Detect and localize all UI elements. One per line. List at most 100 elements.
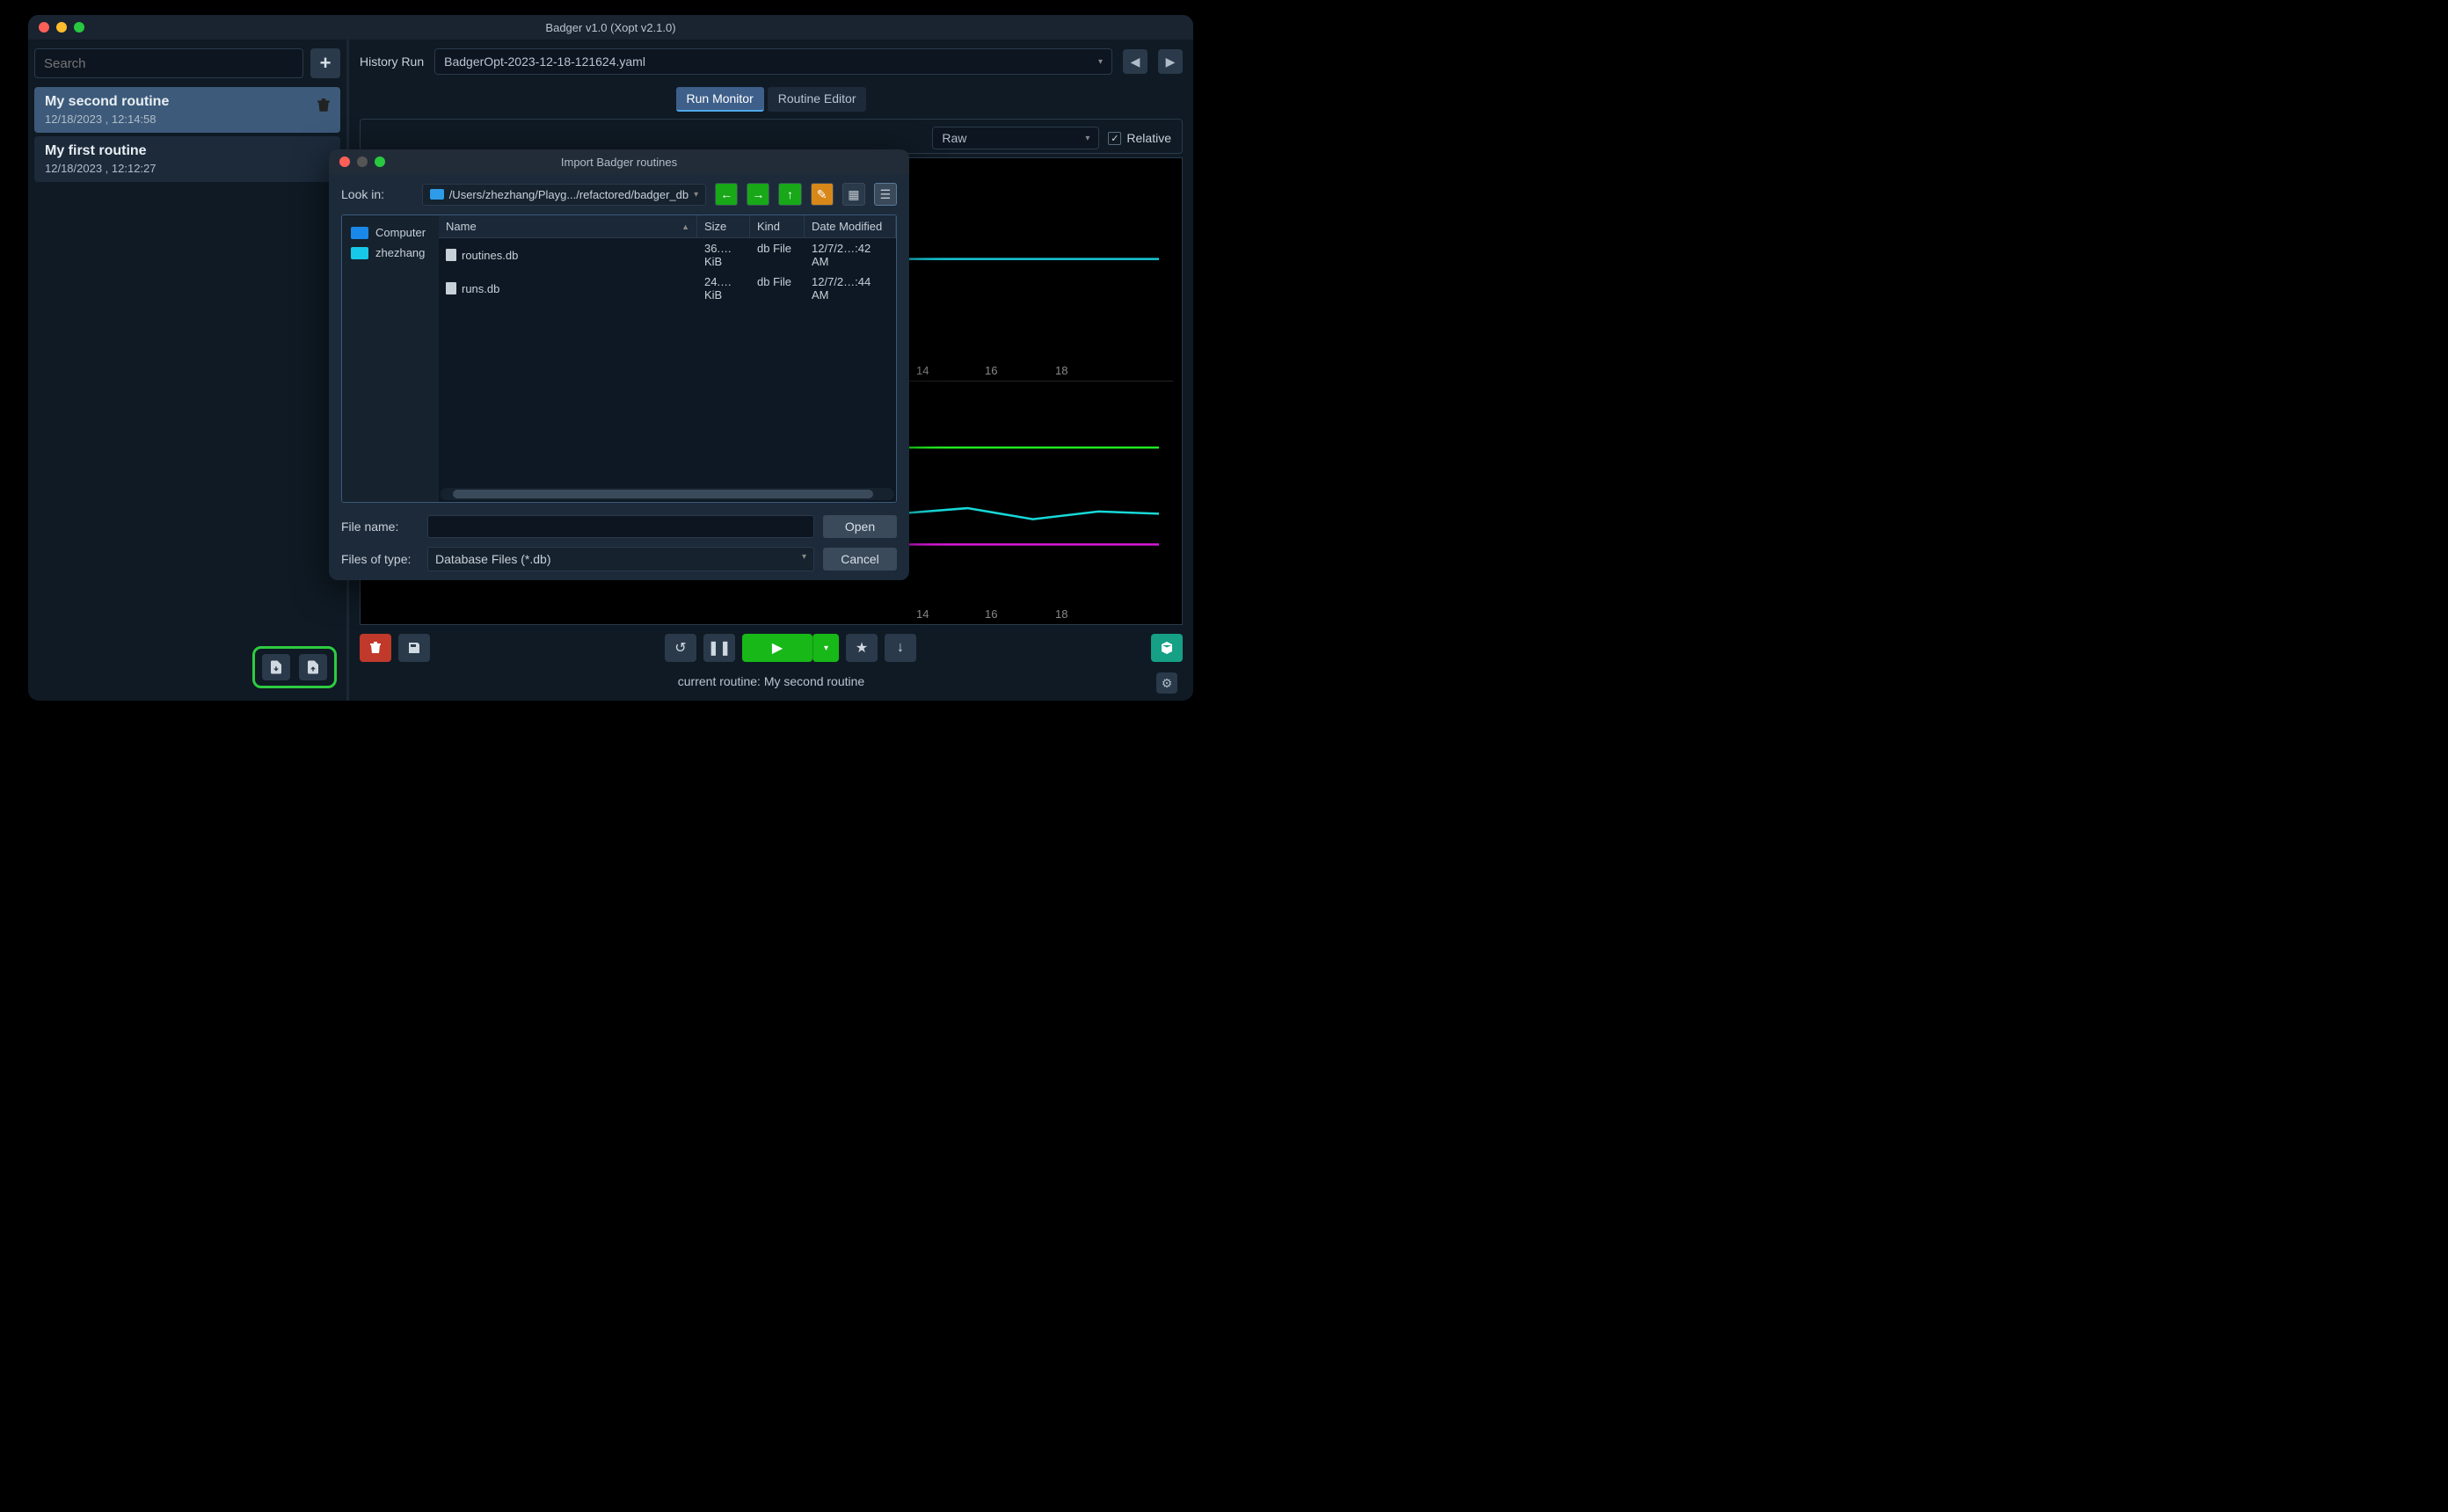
arrow-up-icon: ↑ [787,187,793,201]
filetype-select[interactable]: Database Files (*.db) ▾ [427,547,814,571]
file-icon [446,249,456,261]
chevron-down-icon: ▾ [1098,57,1103,67]
checkbox-icon: ✓ [1108,132,1121,145]
sort-asc-icon: ▲ [681,222,689,231]
export-routines-button[interactable] [262,654,290,680]
dialog-titlebar: Import Badger routines [329,149,909,174]
x-tick: 16 [985,607,997,621]
list-icon: ☰ [880,187,892,202]
file-row[interactable]: routines.db 36.…KiB db File 12/7/2…:42 A… [439,238,896,272]
settings-button[interactable]: ⚙ [1156,672,1177,694]
dialog-title: Import Badger routines [329,156,909,169]
box-button[interactable] [1151,634,1183,662]
undo-button[interactable]: ↺ [665,634,696,662]
add-routine-button[interactable]: + [310,48,340,78]
tab-run-monitor[interactable]: Run Monitor [676,87,764,112]
run-button[interactable]: ▶ [742,634,812,662]
monitor-icon [351,227,368,239]
x-tick: 16 [985,364,997,377]
file-list: Name ▲ Size Kind Date Modified routines.… [439,215,896,502]
open-button[interactable]: Open [823,515,897,538]
arrow-left-icon: ← [720,187,732,201]
arrow-down-icon: ↓ [897,640,904,656]
routine-list: My second routine 12/18/2023 , 12:14:58 … [34,87,340,643]
places-sidebar: Computer zhezhang [342,215,439,502]
plot-controls: Raw ▾ ✓ Relative [360,119,1183,154]
new-folder-button[interactable]: ✎ [811,183,834,206]
filename-label: File name: [341,520,419,534]
tab-routine-editor[interactable]: Routine Editor [768,87,867,112]
grid-icon: ▦ [848,187,859,202]
plot-mode-select[interactable]: Raw ▾ [932,127,1099,149]
chevron-down-icon: ▾ [1085,134,1089,143]
search-input[interactable] [34,48,303,78]
view-grid-button[interactable]: ▦ [842,183,865,206]
folder-plus-icon: ✎ [817,187,827,202]
history-run-select[interactable]: BadgerOpt-2023-12-18-121624.yaml ▾ [434,48,1112,75]
import-dialog: Import Badger routines Look in: /Users/z… [329,149,909,580]
chevron-down-icon: ▾ [694,190,698,200]
home-icon [351,247,368,259]
relative-checkbox[interactable]: ✓ Relative [1108,131,1171,145]
status-bar: current routine: My second routine ⚙ [360,667,1183,692]
routine-item[interactable]: My second routine 12/18/2023 , 12:14:58 [34,87,340,133]
delete-run-button[interactable] [360,634,391,662]
undo-icon: ↺ [674,639,686,657]
place-computer[interactable]: Computer [347,222,434,243]
column-kind[interactable]: Kind [750,215,805,237]
place-home[interactable]: zhezhang [347,243,434,263]
filename-input[interactable] [427,515,814,538]
import-routines-button[interactable] [299,654,327,680]
delete-routine-icon[interactable] [316,98,332,113]
scrollbar-thumb[interactable] [453,490,873,498]
column-size[interactable]: Size [697,215,750,237]
x-tick: 18 [1055,364,1067,377]
save-run-button[interactable] [398,634,430,662]
routine-sidebar: + My second routine 12/18/2023 , 12:14:5… [28,40,349,701]
pause-icon: ❚❚ [708,639,732,657]
star-icon: ★ [856,639,868,657]
history-prev-button[interactable]: ◀ [1123,49,1148,74]
minimize-window-button[interactable] [56,22,67,33]
routine-item[interactable]: My first routine 12/18/2023 , 12:12:27 [34,136,340,182]
pause-button[interactable]: ❚❚ [703,634,735,662]
nav-forward-button[interactable]: → [747,183,769,206]
history-next-button[interactable]: ▶ [1158,49,1183,74]
run-dropdown-button[interactable]: ▾ [812,634,839,662]
zoom-window-button[interactable] [74,22,84,33]
routine-title: My second routine [45,94,330,110]
filetype-label: Files of type: [341,552,419,566]
folder-icon [430,189,444,200]
routine-date: 12/18/2023 , 12:14:58 [45,113,330,126]
lookin-label: Look in: [341,187,413,201]
x-tick: 14 [916,607,929,621]
chevron-right-icon: ▶ [1166,55,1176,69]
history-run-label: History Run [360,55,424,69]
routine-title: My first routine [45,143,330,159]
column-name[interactable]: Name ▲ [439,215,697,237]
path-select[interactable]: /Users/zhezhang/Playg.../refactored/badg… [422,184,706,206]
run-action-bar: ↺ ❚❚ ▶ ▾ ★ ↓ [360,625,1183,667]
file-icon [446,282,456,294]
x-tick: 14 [916,364,929,377]
file-list-header: Name ▲ Size Kind Date Modified [439,215,896,238]
arrow-right-icon: → [752,187,764,201]
view-list-button[interactable]: ☰ [874,183,897,206]
favorite-button[interactable]: ★ [846,634,878,662]
chevron-left-icon: ◀ [1131,55,1140,69]
horizontal-scrollbar[interactable] [441,488,894,500]
plus-icon: + [320,52,332,75]
cancel-button[interactable]: Cancel [823,548,897,571]
chevron-down-icon: ▾ [824,643,828,653]
gear-icon: ⚙ [1162,676,1173,691]
nav-back-button[interactable]: ← [715,183,738,206]
play-icon: ▶ [772,639,783,657]
close-window-button[interactable] [39,22,49,33]
file-row[interactable]: runs.db 24.…KiB db File 12/7/2…:44 AM [439,272,896,305]
import-export-group [252,646,337,688]
status-text: current routine: My second routine [678,674,864,688]
routine-date: 12/18/2023 , 12:12:27 [45,162,330,175]
jump-bottom-button[interactable]: ↓ [885,634,916,662]
column-date[interactable]: Date Modified [805,215,896,237]
nav-up-button[interactable]: ↑ [778,183,801,206]
